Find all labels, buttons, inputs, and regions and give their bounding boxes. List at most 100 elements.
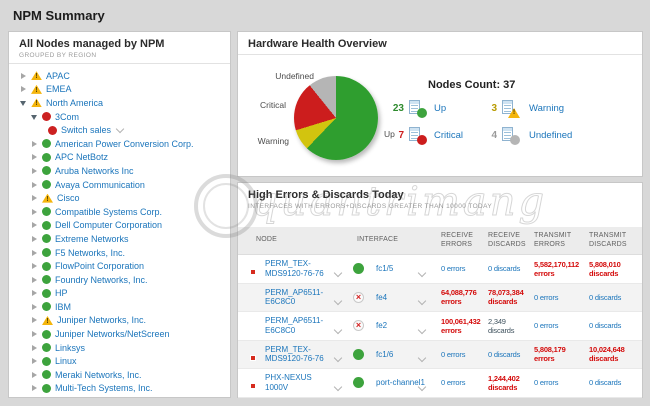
tree-node-link[interactable]: 3Com (55, 112, 79, 122)
value-cell[interactable]: 0 errors (441, 378, 488, 387)
hardware-health-header: Hardware Health Overview (238, 32, 642, 55)
value-cell[interactable]: 0 discards (488, 264, 534, 273)
legend-label-critical[interactable]: Critical (434, 130, 480, 141)
tree-node-link[interactable]: HP (55, 288, 68, 298)
node-up-warning-icon (244, 263, 255, 274)
chevron-down-icon[interactable] (116, 124, 124, 132)
expand-arrow-icon[interactable] (30, 275, 42, 285)
tree-node-link[interactable]: Extreme Networks (55, 234, 129, 244)
node-status-undefined-icon (502, 127, 520, 144)
value-cell[interactable]: 0 errors (441, 264, 488, 273)
tree-item: FlowPoint Corporation (9, 259, 230, 273)
expand-arrow-icon[interactable] (30, 220, 42, 230)
node-up-icon (42, 166, 51, 175)
hardware-health-pie-chart[interactable] (294, 76, 378, 160)
node-link[interactable]: PERM_AP6511-E6C8C0 (265, 316, 337, 335)
expand-arrow-icon[interactable] (30, 139, 42, 149)
chevron-down-icon[interactable] (418, 297, 426, 305)
node-link[interactable]: PERM_AP6511-E6C8C0 (265, 288, 337, 307)
expand-arrow-icon[interactable] (30, 302, 42, 312)
tree-node-link[interactable]: APC NetBotz (55, 152, 108, 162)
legend-label-up[interactable]: Up (434, 103, 480, 114)
expand-arrow-icon[interactable] (30, 261, 42, 271)
expand-arrow-icon[interactable] (30, 207, 42, 217)
value-cell[interactable]: 0 discards (589, 293, 642, 302)
tree-node-link[interactable]: Avaya Communication (55, 180, 145, 190)
tree-node-link[interactable]: FlowPoint Corporation (55, 261, 144, 271)
tree-spacer (36, 125, 48, 135)
expand-arrow-icon[interactable] (30, 152, 42, 162)
value-cell[interactable]: 0 errors (534, 321, 589, 330)
arrow-right-icon (32, 304, 37, 310)
tree-node-link[interactable]: EMEA (46, 84, 72, 94)
tree-node-link[interactable]: Meraki Networks, Inc. (55, 370, 142, 380)
chevron-down-icon[interactable] (418, 325, 426, 333)
legend-label-warning[interactable]: Warning (529, 103, 572, 114)
expand-arrow-icon[interactable] (30, 234, 42, 244)
tree-item: HP (9, 287, 230, 301)
tree-node-link[interactable]: Linux (55, 356, 77, 366)
node-up-icon (42, 234, 51, 243)
expand-arrow-icon[interactable] (30, 370, 42, 380)
tree-node-link[interactable]: Switch sales (61, 125, 111, 135)
value-cell: 5,808,010 discards (589, 260, 642, 278)
node-link[interactable]: PERM_TEX-MDS9120-76-76 (265, 259, 337, 278)
expand-arrow-icon[interactable] (30, 383, 42, 393)
expand-arrow-icon[interactable] (30, 166, 42, 176)
interface-link[interactable]: fe2 (376, 321, 387, 331)
tree-item: IBM (9, 300, 230, 314)
expand-arrow-icon[interactable] (30, 288, 42, 298)
warning-triangle-icon (31, 98, 42, 107)
interface-link[interactable]: fc1/6 (376, 350, 393, 360)
value-cell: 78,073,384 discards (488, 288, 534, 306)
expand-arrow-icon[interactable] (30, 343, 42, 353)
chevron-down-icon[interactable] (418, 354, 426, 362)
tree-item: Linux (9, 354, 230, 368)
tree-node-link[interactable]: Dell Computer Corporation (55, 220, 162, 230)
value-cell[interactable]: 0 discards (589, 321, 642, 330)
all-nodes-grouping-label: GROUPED BY REGION (19, 52, 220, 59)
expand-arrow-icon[interactable] (30, 329, 42, 339)
tree-node-link[interactable]: APAC (46, 71, 70, 81)
expand-arrow-icon[interactable] (19, 84, 31, 94)
collapse-arrow-icon[interactable] (19, 98, 31, 108)
node-cell: PERM_TEX-MDS9120-76-76 (238, 341, 353, 369)
expand-arrow-icon[interactable] (30, 248, 42, 258)
tree-node-link[interactable]: Aruba Networks Inc (55, 166, 134, 176)
arrow-right-icon (32, 385, 37, 391)
interface-link[interactable]: fe4 (376, 293, 387, 303)
node-link[interactable]: PERM_TEX-MDS9120-76-76 (265, 345, 337, 364)
chevron-down-icon[interactable] (418, 268, 426, 276)
tree-node-link[interactable]: Linksys (55, 343, 85, 353)
tree-node-link[interactable]: Multi-Tech Systems, Inc. (55, 383, 153, 393)
node-link[interactable]: PHX-NEXUS 1000V (265, 373, 337, 392)
value-cell[interactable]: 0 errors (534, 293, 589, 302)
tree-node-link[interactable]: Juniper Networks, Inc. (57, 315, 146, 325)
value-cell[interactable]: 0 discards (589, 378, 642, 387)
tree-node-link[interactable]: F5 Networks, Inc. (55, 248, 125, 258)
node-up-icon (42, 248, 51, 257)
tree-node-link[interactable]: Cisco (57, 193, 80, 203)
tree-node-link[interactable]: American Power Conversion Corp. (55, 139, 194, 149)
arrow-right-icon (21, 73, 26, 79)
interface-cell: fe2 (353, 312, 441, 340)
expand-arrow-icon[interactable] (30, 180, 42, 190)
expand-arrow-icon[interactable] (30, 315, 42, 325)
pie-label-warning: Warning (244, 136, 289, 146)
value-cell[interactable]: 0 errors (441, 350, 488, 359)
value-cell[interactable]: 0 discards (488, 350, 534, 359)
expand-arrow-icon[interactable] (30, 356, 42, 366)
value-cell[interactable]: 0 errors (534, 378, 589, 387)
tree-node-link[interactable]: IBM (55, 302, 71, 312)
interface-link[interactable]: fc1/5 (376, 264, 393, 274)
expand-arrow-icon[interactable] (30, 193, 42, 203)
tree-node-link[interactable]: Juniper Networks/NetScreen (55, 329, 170, 339)
expand-arrow-icon[interactable] (19, 71, 31, 81)
node-up-icon (42, 370, 51, 379)
collapse-arrow-icon[interactable] (30, 112, 42, 122)
arrow-right-icon (32, 141, 37, 147)
tree-node-link[interactable]: Compatible Systems Corp. (55, 207, 162, 217)
tree-node-link[interactable]: Foundry Networks, Inc. (55, 275, 148, 285)
legend-label-undefined[interactable]: Undefined (529, 130, 572, 141)
tree-node-link[interactable]: North America (46, 98, 103, 108)
